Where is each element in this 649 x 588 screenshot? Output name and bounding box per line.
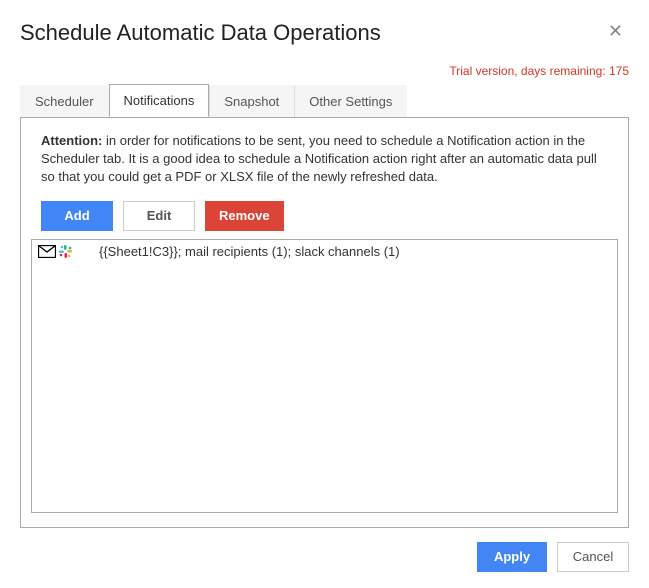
- dialog-header: Schedule Automatic Data Operations ✕: [20, 20, 629, 46]
- tab-bar: Scheduler Notifications Snapshot Other S…: [20, 84, 629, 118]
- notifications-list[interactable]: {{Sheet1!C3}}; mail recipients (1); slac…: [31, 239, 618, 513]
- trial-notice: Trial version, days remaining: 175: [20, 64, 629, 78]
- tab-content-notifications: Attention: in order for notifications to…: [20, 117, 629, 528]
- close-button[interactable]: ✕: [602, 20, 629, 42]
- list-item-text: {{Sheet1!C3}}; mail recipients (1); slac…: [99, 244, 400, 259]
- item-icons: [38, 244, 73, 259]
- list-item[interactable]: {{Sheet1!C3}}; mail recipients (1); slac…: [32, 240, 617, 263]
- cancel-button[interactable]: Cancel: [557, 542, 629, 572]
- attention-message: Attention: in order for notifications to…: [41, 132, 608, 187]
- close-icon: ✕: [608, 21, 623, 41]
- dialog-footer: Apply Cancel: [20, 542, 629, 572]
- tab-notifications[interactable]: Notifications: [109, 84, 210, 117]
- attention-text: in order for notifications to be sent, y…: [41, 133, 597, 184]
- add-button[interactable]: Add: [41, 201, 113, 231]
- schedule-dialog: Schedule Automatic Data Operations ✕ Tri…: [0, 0, 649, 588]
- tab-snapshot[interactable]: Snapshot: [209, 85, 294, 117]
- dialog-title: Schedule Automatic Data Operations: [20, 20, 381, 46]
- tab-other-settings[interactable]: Other Settings: [294, 85, 407, 117]
- attention-label: Attention:: [41, 133, 102, 148]
- edit-button[interactable]: Edit: [123, 201, 195, 231]
- apply-button[interactable]: Apply: [477, 542, 547, 572]
- action-button-row: Add Edit Remove: [41, 201, 608, 231]
- mail-icon: [38, 245, 56, 258]
- slack-icon: [58, 244, 73, 259]
- remove-button[interactable]: Remove: [205, 201, 284, 231]
- tab-scheduler[interactable]: Scheduler: [20, 85, 109, 117]
